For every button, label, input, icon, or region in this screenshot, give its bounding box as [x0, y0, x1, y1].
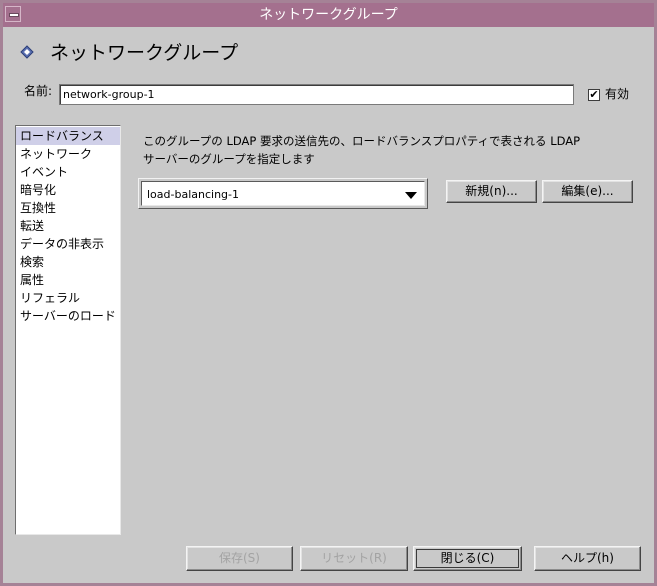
sidebar-item-load-balance[interactable]: ロードバランス: [16, 127, 120, 145]
save-button[interactable]: 保存(S): [186, 546, 293, 571]
window-menu-icon[interactable]: [5, 6, 21, 22]
select-field[interactable]: load-balancing-1: [141, 181, 425, 206]
window-title: ネットワークグループ: [259, 7, 398, 23]
sidebar-item-network[interactable]: ネットワーク: [16, 145, 120, 163]
title-bar[interactable]: ネットワークグループ: [3, 3, 654, 27]
page-title: ネットワークグループ: [50, 42, 239, 64]
enabled-checkbox[interactable]: ✔: [588, 89, 600, 101]
diamond-icon: [20, 45, 34, 59]
new-button[interactable]: 新規(n)...: [446, 180, 537, 203]
sidebar-list: ロードバランス ネットワーク イベント 暗号化 互換性 転送 データの非表示 検…: [15, 125, 121, 535]
description-text: このグループの LDAP 要求の送信先の、ロードバランスプロパティで表される L…: [143, 132, 580, 168]
sidebar-item-search[interactable]: 検索: [16, 253, 120, 271]
enabled-label: 有効: [605, 87, 630, 101]
select-value: load-balancing-1: [147, 188, 239, 201]
chevron-down-icon[interactable]: [405, 192, 417, 199]
description-line-2: サーバーのグループを指定します: [143, 152, 315, 166]
sidebar-item-events[interactable]: イベント: [16, 163, 120, 181]
help-button[interactable]: ヘルプ(h): [534, 546, 641, 571]
edit-button[interactable]: 編集(e)...: [542, 180, 633, 203]
close-button[interactable]: 閉じる(C): [413, 546, 522, 571]
sidebar-item-compatibility[interactable]: 互換性: [16, 199, 120, 217]
sidebar-item-data-hiding[interactable]: データの非表示: [16, 235, 120, 253]
sidebar-item-referrals[interactable]: リフェラル: [16, 289, 120, 307]
sidebar-item-forwarding[interactable]: 転送: [16, 217, 120, 235]
reset-button[interactable]: リセット(R): [300, 546, 408, 571]
sidebar-item-encryption[interactable]: 暗号化: [16, 181, 120, 199]
load-balancing-select[interactable]: load-balancing-1: [138, 178, 428, 209]
description-line-1: このグループの LDAP 要求の送信先の、ロードバランスプロパティで表される L…: [143, 134, 581, 148]
sidebar-item-attributes[interactable]: 属性: [16, 271, 120, 289]
name-input[interactable]: [59, 84, 574, 105]
name-label: 名前:: [24, 84, 53, 98]
sidebar-item-server-load[interactable]: サーバーのロード: [16, 307, 120, 325]
